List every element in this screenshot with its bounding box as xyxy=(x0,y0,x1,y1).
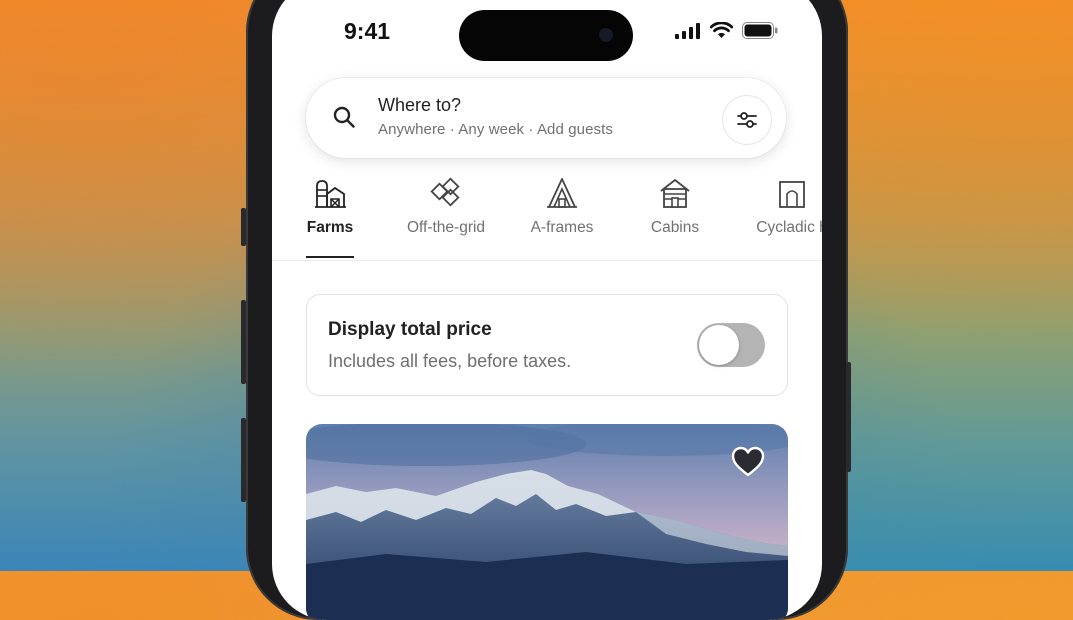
status-icons xyxy=(675,22,778,39)
search-bar[interactable]: Where to? Anywhere · Any week · Add gues… xyxy=(306,78,786,158)
category-tabs: Farms Off-the-grid A-frames Cabins Cycla… xyxy=(272,176,822,260)
cycladic-home-icon xyxy=(779,181,805,208)
active-tab-indicator xyxy=(306,256,354,258)
category-tab-farms[interactable]: Farms xyxy=(300,176,360,237)
phone-side-button xyxy=(846,362,851,472)
category-label: Farms xyxy=(306,219,354,236)
search-subtitle: Anywhere · Any week · Add guests xyxy=(378,121,613,138)
camera-icon xyxy=(599,28,613,42)
total-price-toggle[interactable] xyxy=(697,323,765,367)
cellular-signal-icon xyxy=(675,22,700,39)
dynamic-island xyxy=(459,10,633,61)
category-tab-cycladic-homes[interactable]: Cycladic h xyxy=(742,176,822,237)
a-frame-icon xyxy=(547,178,577,208)
phone-screen: 9:41 Where to? Anywhere · Any week · Add… xyxy=(272,0,822,620)
cabin-icon xyxy=(660,179,690,208)
wifi-icon xyxy=(710,22,733,38)
filters-button[interactable] xyxy=(722,95,772,145)
snowy-mountain-photo xyxy=(306,424,788,620)
price-toggle-title: Display total price xyxy=(328,319,492,340)
phone-side-button xyxy=(241,300,246,384)
category-tab-off-the-grid[interactable]: Off-the-grid xyxy=(396,176,496,237)
category-label: A-frames xyxy=(530,219,594,236)
category-tab-cabins[interactable]: Cabins xyxy=(642,176,708,237)
battery-icon xyxy=(742,22,778,39)
listing-image[interactable] xyxy=(306,424,788,620)
toggle-knob xyxy=(699,325,739,365)
price-toggle-subtitle: Includes all fees, before taxes. xyxy=(328,351,572,371)
category-label: Cycladic h xyxy=(756,219,822,236)
divider xyxy=(272,260,822,261)
heart-icon xyxy=(731,446,765,477)
diamonds-icon xyxy=(430,177,460,207)
background-gradient-left xyxy=(0,0,260,571)
filters-icon xyxy=(737,112,757,128)
display-total-price-card: Display total price Includes all fees, b… xyxy=(306,294,788,396)
phone-side-button xyxy=(241,418,246,502)
phone-side-button xyxy=(241,208,246,246)
barn-icon xyxy=(315,180,346,208)
favorite-button[interactable] xyxy=(730,444,766,480)
status-time: 9:41 xyxy=(344,18,391,44)
category-tab-a-frames[interactable]: A-frames xyxy=(522,176,602,237)
category-label: Off-the-grid xyxy=(406,219,486,236)
search-title: Where to? xyxy=(378,95,462,115)
search-icon xyxy=(333,106,355,128)
category-label: Cabins xyxy=(650,219,700,236)
background-gradient-right xyxy=(833,0,1073,571)
